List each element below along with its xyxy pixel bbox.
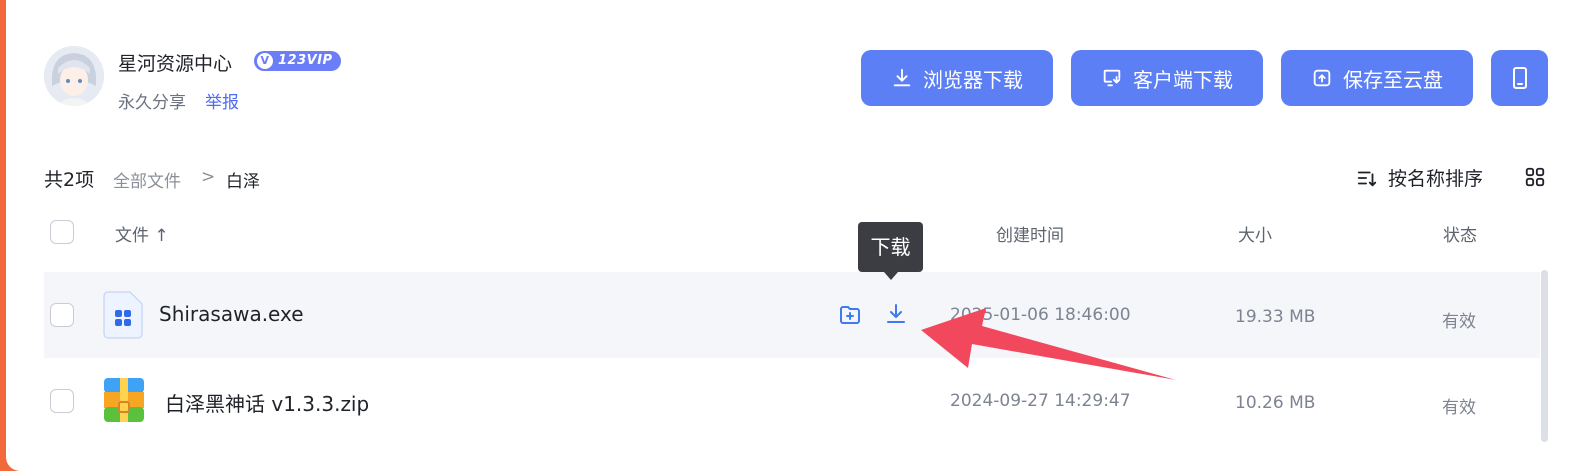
table-row[interactable]: Shirasawa.exe 2025-01-06 18:46:00 19.33 … [44, 272, 1540, 358]
save-to-cloud-label: 保存至云盘 [1343, 67, 1443, 92]
file-status: 有效 [1442, 312, 1476, 332]
download-icon [893, 68, 911, 87]
row-checkbox[interactable] [50, 389, 74, 413]
file-size: 19.33 MB [1235, 307, 1316, 327]
mobile-button[interactable] [1491, 50, 1548, 106]
sort-button[interactable]: 按名称排序 [1356, 164, 1483, 191]
sort-label: 按名称排序 [1388, 168, 1484, 190]
created-time: 2024-09-27 14:29:47 [950, 391, 1131, 411]
share-type-label: 永久分享 [118, 93, 186, 113]
annotation-arrow [921, 308, 1176, 380]
report-link[interactable]: 举报 [205, 88, 239, 113]
client-download-button[interactable]: 客户端下载 [1071, 50, 1263, 106]
row-download-icon[interactable] [884, 302, 908, 326]
download-tooltip: 下载 [858, 222, 923, 280]
column-header-size[interactable]: 大小 [1238, 221, 1272, 246]
avatar [44, 46, 104, 106]
item-count: 共2项 [44, 169, 95, 191]
breadcrumb-all-files[interactable]: 全部文件 [113, 167, 181, 192]
zip-file-icon [104, 378, 144, 422]
column-header-file[interactable]: 文件 ↑ [115, 221, 169, 246]
owner-name: 星河资源中心 [118, 53, 233, 75]
scrollbar[interactable] [1541, 270, 1548, 442]
browser-download-button[interactable]: 浏览器下载 [861, 50, 1053, 106]
save-to-cloud-button[interactable]: 保存至云盘 [1281, 50, 1473, 106]
file-size: 10.26 MB [1235, 393, 1316, 413]
row-checkbox[interactable] [50, 303, 74, 327]
upload-box-icon [1313, 69, 1331, 87]
column-header-status: 状态 [1443, 226, 1477, 246]
client-download-label: 客户端下载 [1133, 67, 1233, 92]
file-status: 有效 [1442, 398, 1476, 418]
file-name[interactable]: 白泽黑神话 v1.3.3.zip [165, 388, 369, 417]
vip-badge: V 123VIP [254, 51, 341, 71]
vip-label: 123VIP [278, 53, 333, 68]
table-row[interactable]: 白泽黑神话 v1.3.3.zip 2024-09-27 14:29:47 10.… [44, 358, 1540, 444]
save-folder-icon[interactable] [838, 303, 862, 327]
browser-download-label: 浏览器下载 [923, 67, 1023, 92]
sort-icon [1357, 171, 1377, 186]
phone-icon [1512, 67, 1527, 89]
file-name[interactable]: Shirasawa.exe [159, 302, 304, 326]
exe-file-icon [103, 291, 143, 339]
select-all-checkbox[interactable] [50, 220, 74, 244]
grid-view-icon[interactable] [1524, 166, 1546, 188]
desktop-client-icon [1103, 69, 1121, 87]
vip-icon: V [257, 53, 273, 69]
column-header-created[interactable]: 创建时间 [996, 221, 1064, 246]
share-panel: 星河资源中心 V 123VIP 永久分享 举报 浏览器下载 客户端下载 保存至云… [6, 0, 1590, 471]
breadcrumb-current: 白泽 [226, 172, 260, 192]
breadcrumb-separator: > [201, 167, 216, 187]
